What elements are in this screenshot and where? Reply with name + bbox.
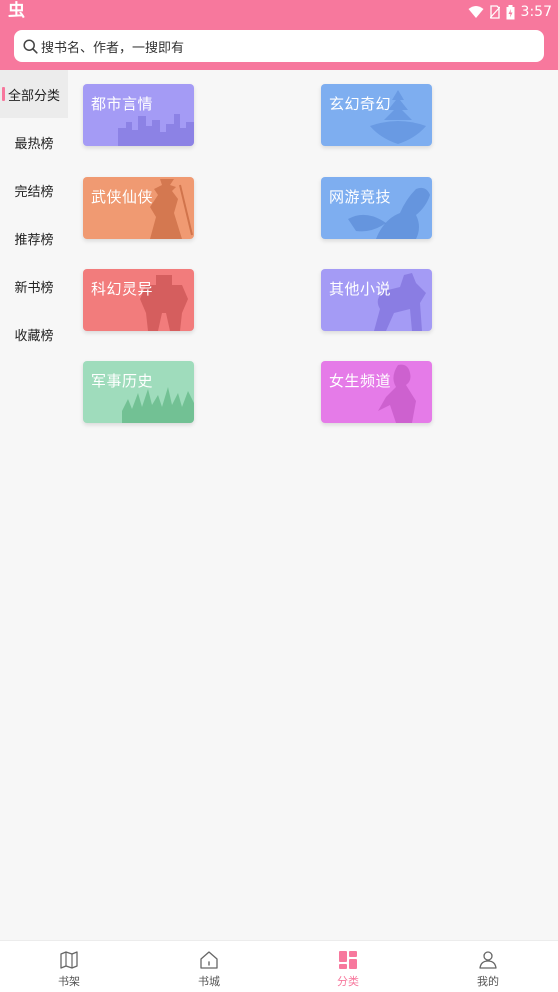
city-skyline-icon — [118, 114, 194, 146]
nav-tab-category[interactable]: 分类 — [308, 941, 388, 992]
category-label: 玄幻奇幻 — [329, 95, 392, 113]
nav-tab-profile[interactable]: 我的 — [448, 941, 528, 992]
battery-icon — [506, 4, 515, 19]
sidebar-item-label: 收藏榜 — [14, 328, 54, 344]
nav-label: 分类 — [337, 975, 359, 988]
category-card-other-novels[interactable]: 其他小说 — [321, 269, 432, 331]
category-label: 都市言情 — [91, 95, 154, 113]
home-icon — [200, 951, 218, 969]
nav-label: 书城 — [198, 975, 220, 988]
category-label: 其他小说 — [329, 280, 392, 298]
category-card-sci-fi-supernatural[interactable]: 科幻灵异 — [83, 269, 194, 331]
sidebar-item-recommended[interactable]: 推荐榜 — [0, 214, 68, 262]
sidebar-item-label: 最热榜 — [14, 136, 54, 152]
nav-tab-bookshelf[interactable]: 书架 — [29, 941, 109, 992]
category-label: 军事历史 — [91, 372, 154, 390]
clock: 3:57 — [520, 4, 552, 20]
nav-label: 我的 — [477, 975, 499, 988]
bookshelf-icon — [60, 951, 78, 969]
nav-tab-bookstore[interactable]: 书城 — [169, 941, 249, 992]
status-bar: 虫 3:57 — [0, 0, 558, 24]
no-sim-icon — [489, 5, 500, 19]
category-card-online-games[interactable]: 网游竞技 — [321, 177, 432, 239]
category-label: 网游竞技 — [329, 188, 392, 206]
sidebar-item-new-books[interactable]: 新书榜 — [0, 262, 68, 310]
category-card-fantasy[interactable]: 玄幻奇幻 — [321, 84, 432, 146]
category-card-urban-romance[interactable]: 都市言情 — [83, 84, 194, 146]
status-icons: 3:57 — [468, 2, 552, 22]
sidebar-item-favorites[interactable]: 收藏榜 — [0, 310, 68, 358]
category-label: 武侠仙侠 — [91, 188, 154, 206]
search-input[interactable]: 搜书名、作者，一搜即有 — [41, 37, 184, 56]
sidebar-item-label: 完结榜 — [14, 184, 54, 200]
category-icon — [339, 951, 357, 969]
sidebar-item-hottest[interactable]: 最热榜 — [0, 118, 68, 166]
category-card-military-history[interactable]: 军事历史 — [83, 361, 194, 423]
sidebar-item-all-categories[interactable]: 全部分类 — [0, 70, 68, 118]
sidebar-item-label: 全部分类 — [7, 88, 60, 104]
category-card-martial-arts[interactable]: 武侠仙侠 — [83, 177, 194, 239]
sidebar-item-completed[interactable]: 完结榜 — [0, 166, 68, 214]
sidebar-item-label: 新书榜 — [14, 280, 54, 296]
category-label: 女生频道 — [329, 372, 392, 390]
search-icon — [23, 38, 38, 54]
ranking-sidebar: 全部分类 最热榜 完结榜 推荐榜 新书榜 收藏榜 — [0, 70, 68, 940]
app-notification-icon: 虫 — [8, 1, 25, 21]
category-label: 科幻灵异 — [91, 280, 154, 298]
category-card-girls-channel[interactable]: 女生频道 — [321, 361, 432, 423]
wifi-icon — [468, 6, 484, 18]
top-header: 虫 3:57 搜书名、作者，一搜即有 — [0, 0, 558, 70]
sidebar-item-label: 推荐榜 — [14, 232, 54, 248]
profile-icon — [479, 951, 497, 969]
bottom-navigation: 书架 书城 分类 我的 — [0, 940, 558, 992]
search-bar[interactable]: 搜书名、作者，一搜即有 — [14, 30, 544, 62]
nav-label: 书架 — [58, 975, 80, 988]
